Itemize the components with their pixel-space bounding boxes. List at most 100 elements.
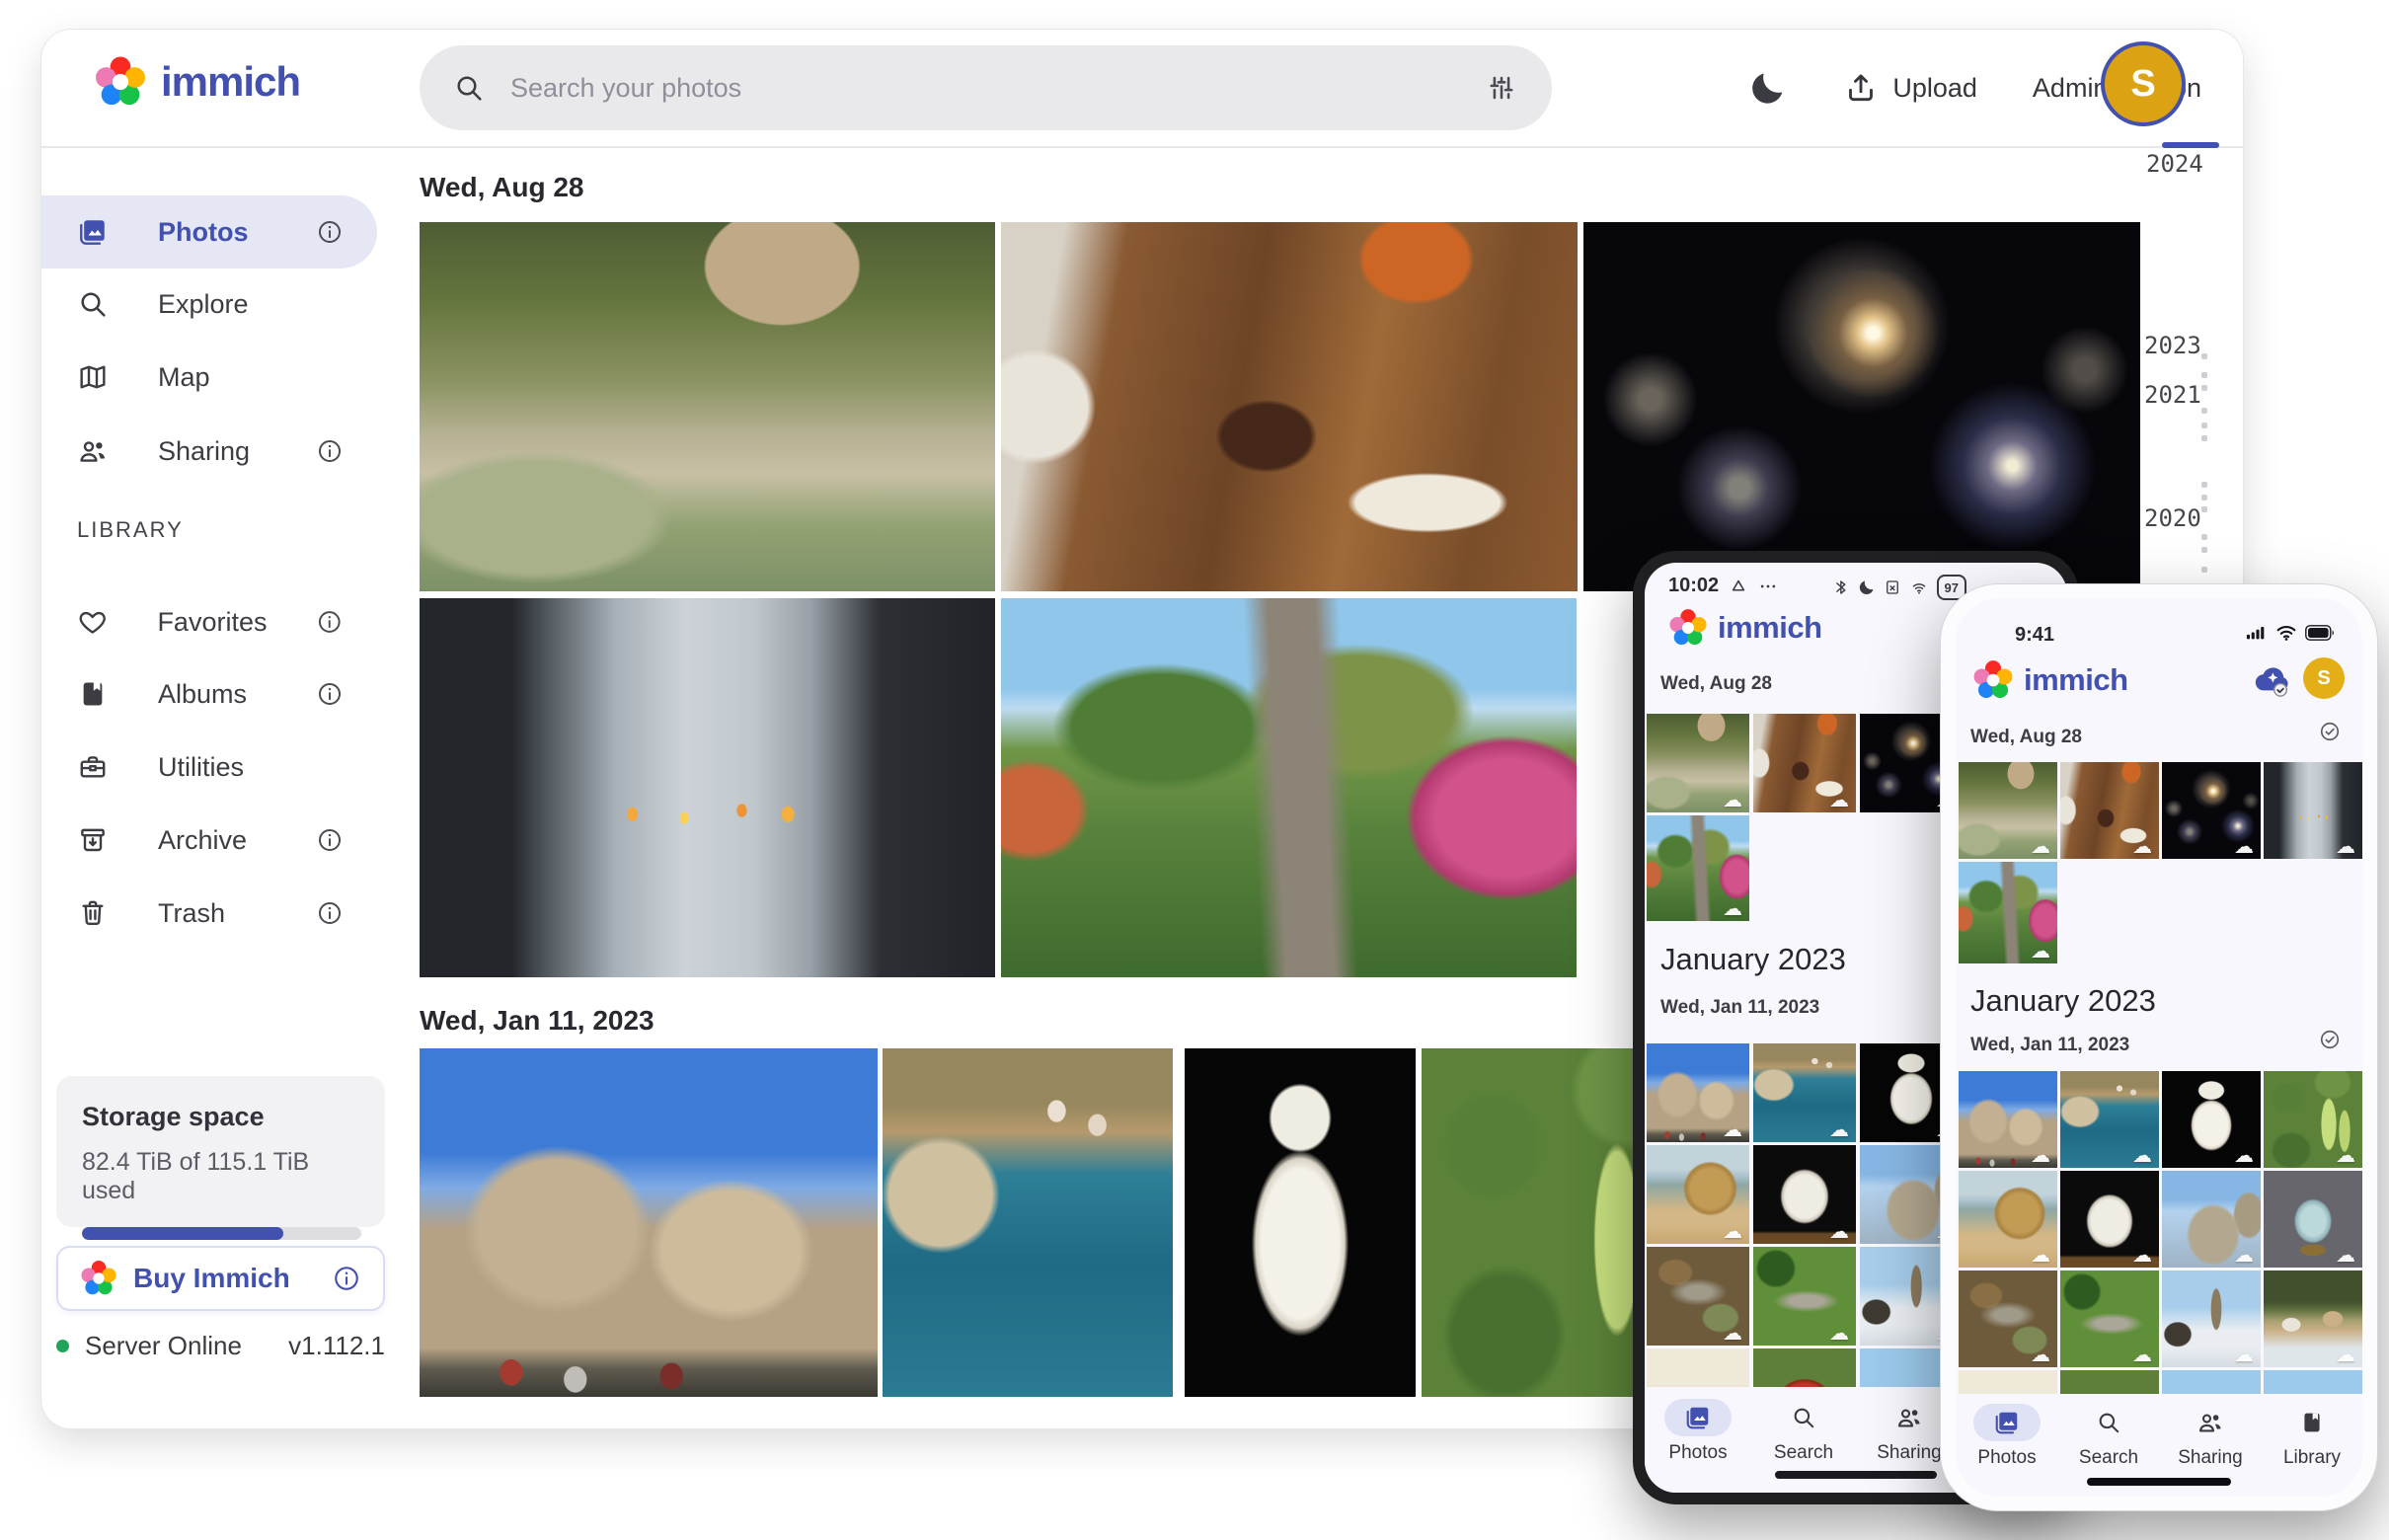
date-group-header: Wed, Aug 28 [420,172,583,203]
photo-bust[interactable] [2162,1071,2261,1168]
sidebar-item-label: Photos [158,217,267,248]
immich-flower-icon [80,1260,117,1297]
app-logo[interactable]: immich [94,55,300,109]
timeline-dot [2201,482,2207,488]
photo-dinner[interactable] [2060,762,2159,859]
cloud-sync-icon[interactable] [2252,659,2293,699]
search-input[interactable]: Search your photos [510,73,1459,104]
brand-wordmark: immich [2024,662,2128,698]
photo-coastal[interactable] [883,1048,1173,1397]
sidebar-item-sharing[interactable]: Sharing [41,415,377,488]
photo-monkeys[interactable] [1647,714,1749,812]
nav-tab-photos[interactable]: Photos [1649,1399,1747,1464]
timeline-scrubber-indicator[interactable] [2162,142,2219,148]
search-bar[interactable]: Search your photos [420,45,1552,130]
photo-lizard2[interactable] [1753,1247,1856,1346]
home-indicator[interactable] [1775,1471,1937,1479]
sharing-people-icon [1895,1404,1923,1431]
info-icon[interactable] [316,608,344,636]
photo-autumn[interactable] [1647,815,1749,921]
photo-village[interactable] [2264,1270,2362,1367]
photo-dinner[interactable] [1753,714,1856,812]
photo-bust[interactable] [1185,1048,1416,1397]
info-icon[interactable] [316,680,344,708]
sidebar-item-favorites[interactable]: Favorites [41,585,377,658]
timeline-dot [2201,534,2207,540]
photo-ornament[interactable] [2264,1171,2362,1268]
nav-tab-library[interactable]: Library [2263,1404,2361,1469]
photo-lizard2[interactable] [2060,1270,2159,1367]
photo-fortress[interactable] [1647,1043,1749,1142]
user-avatar[interactable]: S [2101,41,2186,126]
phone2-screen: 9:41 immich [1956,598,2362,1497]
timeline-year[interactable]: 2020 [2144,504,2201,532]
photo-fortress[interactable] [1959,1071,2057,1168]
nav-tab-search[interactable]: Search [1754,1399,1853,1464]
info-icon[interactable] [332,1264,361,1293]
photo-lizard1[interactable] [1959,1270,2057,1367]
sidebar-item-albums[interactable]: Albums [41,657,377,731]
nav-tab-label: Photos [1958,1447,2056,1469]
silent-mode-icon [1729,577,1748,596]
info-icon[interactable] [316,899,344,927]
phone1-logo: immich [1668,608,1822,648]
photo-autumn[interactable] [1959,862,2057,963]
nav-tab-sharing[interactable]: Sharing [2161,1404,2260,1469]
phone2-month-header: January 2023 [1970,983,2156,1019]
timeline-year[interactable]: 2023 [2144,332,2201,359]
filter-sliders-icon[interactable] [1485,71,1518,105]
photo-cliff[interactable] [1647,1145,1749,1244]
photo-coastal[interactable] [1753,1043,1856,1142]
header-divider [41,146,2243,148]
nav-tab-photos[interactable]: Photos [1958,1404,2056,1469]
timeline-dot [2201,372,2207,378]
photo-coastal[interactable] [2060,1071,2159,1168]
user-avatar[interactable]: S [2303,657,2345,699]
trash-icon [77,897,109,929]
nav-tab-search[interactable]: Search [2059,1404,2158,1469]
nav-tab-label: Photos [1649,1442,1747,1464]
home-indicator[interactable] [2087,1478,2231,1486]
wifi-icon [1909,578,1929,596]
photo-ruins[interactable] [2162,1171,2261,1268]
info-icon[interactable] [316,218,344,246]
photo-dinner[interactable] [1001,222,1578,591]
photo-monkeys[interactable] [1959,762,2057,859]
library-section-label: LIBRARY [77,517,184,543]
photo-lizard1[interactable] [1647,1247,1749,1346]
battery-icon [2305,625,2335,641]
sidebar-item-photos[interactable]: Photos [41,195,377,269]
photo-fireworks[interactable] [1583,222,2140,591]
sidebar-item-archive[interactable]: Archive [41,804,377,877]
timeline-year[interactable]: 2021 [2144,381,2201,409]
info-icon[interactable] [316,826,344,854]
photo-hands[interactable] [420,598,995,977]
map-icon [77,361,109,393]
sidebar-item-utilities[interactable]: Utilities [41,731,377,804]
select-all-check-icon[interactable] [2319,721,2341,742]
photo-autumn[interactable] [1001,598,1577,977]
photo-monkeys[interactable] [420,222,995,591]
photo-hands[interactable] [2264,762,2362,859]
photo-fortress[interactable] [420,1048,878,1397]
photo-fireworks[interactable] [2162,762,2261,859]
sidebar-item-trash[interactable]: Trash [41,877,377,950]
photo-church[interactable] [2162,1270,2261,1367]
sidebar-item-map[interactable]: Map [41,341,377,414]
photo-cliff[interactable] [1959,1171,2057,1268]
phone1-date-header: Wed, Aug 28 [1660,673,1772,695]
buy-immich-button[interactable]: Buy Immich [56,1246,385,1311]
photo-sculpture2[interactable] [2060,1171,2159,1268]
photo-sculpture2[interactable] [1753,1145,1856,1244]
select-all-check-icon[interactable] [2319,1029,2341,1050]
info-icon[interactable] [316,437,344,465]
sidebar-item-explore[interactable]: Explore [41,268,377,341]
avatar-initial: S [2317,667,2330,690]
sidebar-item-label: Map [158,362,344,393]
upload-button[interactable]: Upload [1843,70,1977,106]
sidebar-item-label: Utilities [158,752,344,783]
dark-mode-moon-icon[interactable] [1748,68,1788,108]
photo-berries[interactable] [2264,1071,2362,1168]
timeline-dot [2201,385,2207,391]
archive-icon [77,824,109,856]
